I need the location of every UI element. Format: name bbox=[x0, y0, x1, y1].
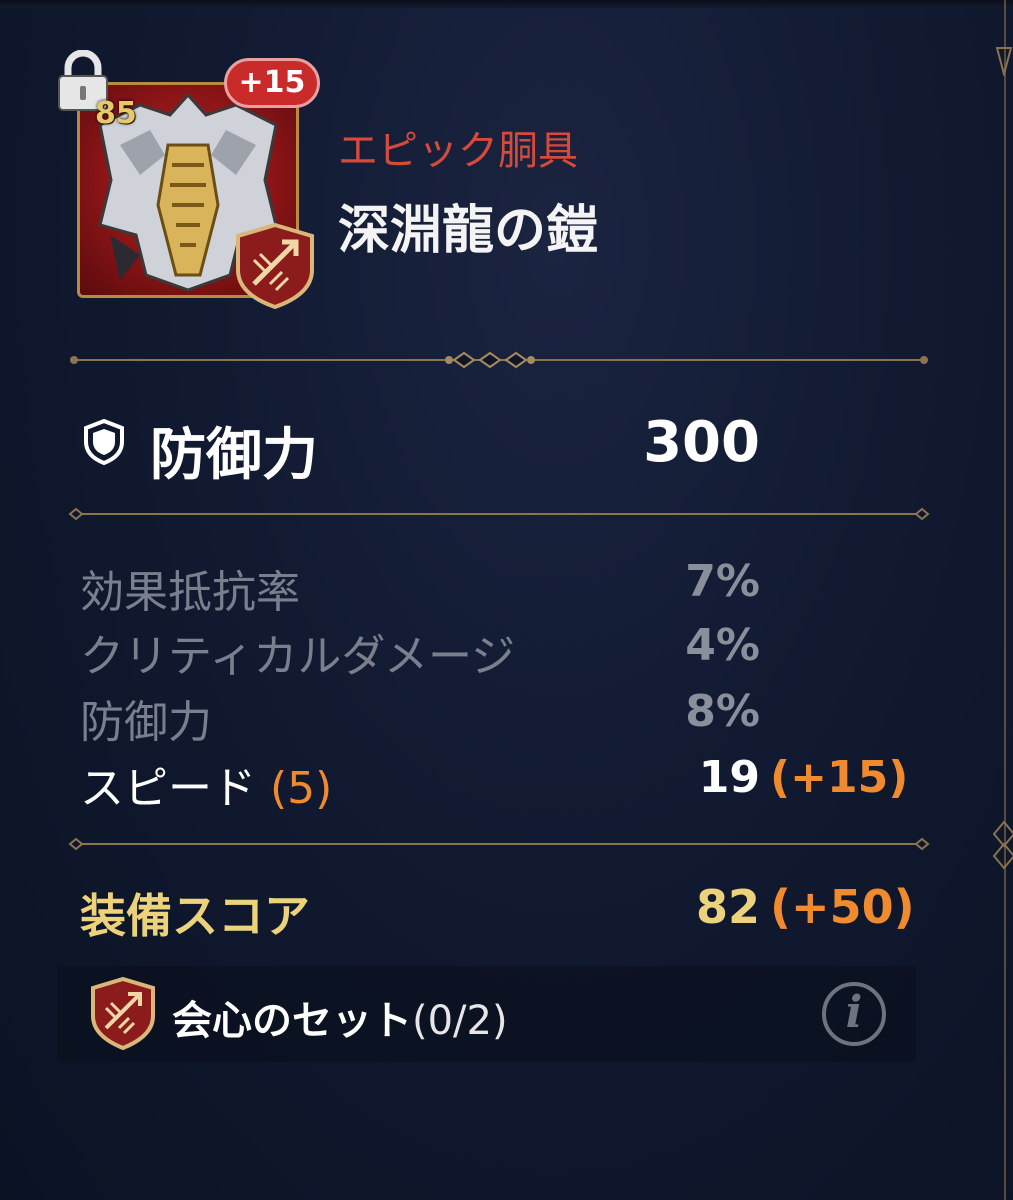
gear-score-label: 装備スコア bbox=[80, 889, 310, 943]
sub-stat-label-speed: スピード (5) bbox=[80, 752, 332, 816]
sub-stat-value-speed: 19 bbox=[698, 752, 760, 803]
right-frame-border bbox=[1004, 0, 1006, 1200]
gear-score-bonus: (+50) bbox=[770, 880, 915, 934]
divider bbox=[68, 507, 930, 521]
item-name: 深淵龍の鎧 bbox=[338, 201, 599, 261]
item-level: 85 bbox=[95, 96, 137, 131]
sub-stat-label: 効果抵抗率 bbox=[80, 567, 300, 618]
set-name: 会心のセット(0/2) bbox=[172, 988, 508, 1046]
speed-bonus: (+15) bbox=[770, 752, 909, 803]
frame-ornament-top bbox=[995, 47, 1013, 76]
sub-stat-value: 8% bbox=[685, 686, 760, 737]
speed-roll-count: (5) bbox=[270, 763, 333, 814]
sub-stat-label: クリティカルダメージ bbox=[80, 631, 516, 682]
ornate-divider bbox=[70, 351, 928, 369]
sub-stat-value: 7% bbox=[685, 556, 760, 607]
set-name-text: 会心のセット bbox=[172, 998, 412, 1044]
main-stat-value: 300 bbox=[643, 410, 760, 475]
main-stat-label: 防御力 bbox=[150, 423, 318, 488]
frame-ornament-side bbox=[992, 820, 1013, 870]
critical-set-emblem-icon bbox=[236, 222, 314, 310]
info-icon[interactable]: i bbox=[822, 982, 886, 1046]
gear-score-value: 82 bbox=[695, 880, 760, 934]
set-count: (0/2) bbox=[412, 998, 508, 1044]
top-frame-edge bbox=[0, 0, 1013, 8]
sub-stat-value: 4% bbox=[685, 620, 760, 671]
item-rarity-label: エピック胴具 bbox=[338, 128, 578, 174]
sub-stat-label-text: スピード bbox=[80, 763, 256, 814]
shield-icon bbox=[84, 418, 124, 466]
critical-set-emblem-icon bbox=[91, 976, 155, 1051]
sub-stat-label: 防御力 bbox=[80, 697, 212, 748]
divider bbox=[68, 837, 930, 851]
enhance-badge: +15 bbox=[224, 58, 320, 108]
